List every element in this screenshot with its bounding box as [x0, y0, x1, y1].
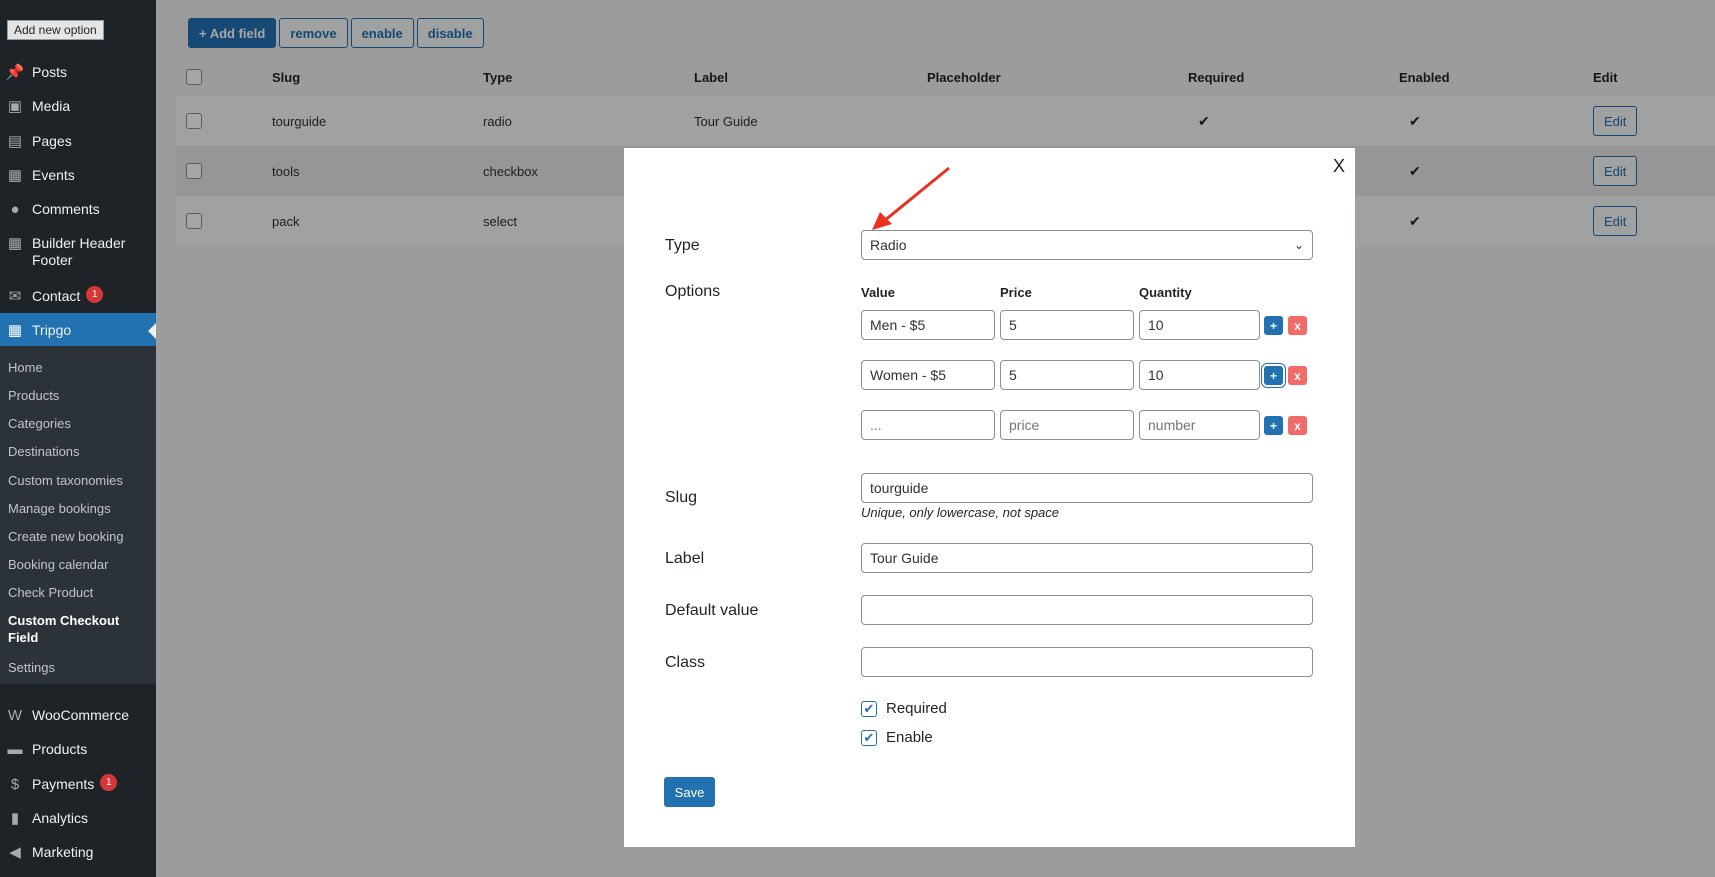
add-option-button[interactable]: +	[1264, 316, 1283, 335]
enable-option: ✔ Enable	[861, 729, 933, 746]
sidebar-item-products[interactable]: ▬ Products	[0, 739, 156, 759]
notification-badge: 1	[86, 286, 104, 303]
sidebar-item-builder-header-footer[interactable]: ▦ Builder Header Footer	[0, 233, 156, 269]
default-value-input[interactable]	[861, 595, 1313, 625]
active-indicator	[148, 323, 156, 339]
envelope-icon: ✉	[8, 288, 22, 305]
add-option-button[interactable]: +	[1264, 366, 1283, 385]
edit-field-modal: X Type Radio ⌄ Options Value Price Quant…	[624, 148, 1355, 847]
tooltip: Add new option	[7, 20, 104, 40]
label-label: Label	[665, 550, 705, 567]
sidebar-item-label: Media	[32, 98, 71, 114]
submenu-destinations[interactable]: Destinations	[8, 443, 148, 460]
submenu-categories[interactable]: Categories	[8, 415, 148, 432]
sidebar-item-label: Contact	[32, 288, 81, 304]
megaphone-icon: ◀	[9, 844, 21, 861]
tripgo-submenu: Home Products Categories Destinations Cu…	[0, 346, 156, 684]
sidebar-item-media[interactable]: ▣ Media	[0, 96, 156, 116]
sidebar-item-marketing[interactable]: ◀ Marketing	[0, 842, 156, 862]
sidebar-item-comments[interactable]: ● Comments	[0, 199, 156, 219]
option-quantity-input[interactable]: 10	[1139, 360, 1260, 390]
comment-icon: ●	[10, 200, 20, 218]
option-price-input[interactable]: 5	[1000, 310, 1134, 340]
save-button[interactable]: Save	[664, 777, 715, 807]
default-value-label: Default value	[665, 602, 759, 619]
slug-hint: Unique, only lowercase, not space	[861, 505, 1060, 520]
sidebar-item-label: Posts	[32, 64, 68, 80]
options-label: Options	[665, 283, 721, 300]
sidebar-item-label: Payments	[32, 776, 95, 792]
delete-option-button[interactable]: x	[1288, 316, 1307, 335]
sidebar-item-pages[interactable]: ▤ Pages	[0, 131, 156, 151]
submenu-home[interactable]: Home	[8, 359, 148, 376]
submenu-manage-bookings[interactable]: Manage bookings	[8, 500, 148, 517]
pages-icon: ▤	[7, 133, 23, 150]
new-option-value-input[interactable]: ...	[861, 410, 995, 440]
type-label: Type	[665, 237, 700, 254]
new-option-quantity-input[interactable]: number	[1139, 410, 1260, 440]
class-input[interactable]	[861, 647, 1313, 677]
enable-checkbox-label: Enable	[886, 729, 933, 746]
submenu-products[interactable]: Products	[8, 387, 148, 404]
type-select-value: Radio	[870, 237, 907, 253]
slug-label: Slug	[665, 489, 698, 506]
delete-option-button[interactable]: x	[1288, 416, 1307, 435]
add-option-button[interactable]: +	[1264, 416, 1283, 435]
payments-icon: $	[10, 775, 20, 793]
submenu-check-product[interactable]: Check Product	[8, 584, 148, 601]
sidebar-item-label: Comments	[32, 201, 100, 217]
bar-chart-icon: ▮	[10, 810, 20, 827]
enable-checkbox[interactable]: ✔	[861, 729, 877, 746]
calendar-icon: ▦	[7, 322, 23, 339]
sidebar-item-analytics[interactable]: ▮ Analytics	[0, 808, 156, 828]
sidebar-item-tripgo[interactable]: ▦ Tripgo	[0, 313, 156, 347]
sidebar-item-payments[interactable]: $ Payments 1	[0, 774, 156, 794]
submenu-custom-checkout-field[interactable]: Custom Checkout Field	[8, 612, 138, 646]
required-option: ✔ Required	[861, 700, 947, 717]
required-checkbox[interactable]: ✔	[861, 700, 877, 717]
sidebar-item-events[interactable]: ▦ Events	[0, 165, 156, 185]
option-quantity-header: Quantity	[1139, 285, 1192, 300]
sidebar-item-posts[interactable]: 📌 Posts	[0, 62, 156, 82]
submenu-booking-calendar[interactable]: Booking calendar	[8, 556, 148, 573]
admin-sidebar: Add new option 📌 Posts ▣ Media ▤ Pages ▦…	[0, 0, 156, 877]
close-button[interactable]: X	[1333, 156, 1345, 177]
grid-icon: ▦	[7, 235, 23, 252]
chevron-down-icon: ⌄	[1293, 238, 1304, 252]
option-value-input[interactable]: Men - $5	[861, 310, 995, 340]
submenu-settings[interactable]: Settings	[8, 659, 148, 676]
sidebar-item-label: Marketing	[32, 844, 94, 860]
pushpin-icon: 📌	[5, 64, 25, 81]
new-option-price-input[interactable]: price	[1000, 410, 1134, 440]
sidebar-item-label: Events	[32, 167, 75, 183]
slug-input[interactable]	[861, 473, 1313, 503]
type-select[interactable]: Radio ⌄	[861, 230, 1313, 260]
calendar-icon: ▦	[7, 167, 23, 184]
sidebar-item-label: Analytics	[32, 810, 89, 826]
submenu-custom-taxonomies[interactable]: Custom taxonomies	[8, 472, 148, 489]
delete-option-button[interactable]: x	[1288, 366, 1307, 385]
sidebar-item-label: WooCommerce	[32, 707, 129, 723]
sidebar-item-woocommerce[interactable]: W WooCommerce	[0, 705, 156, 725]
sidebar-item-label: Pages	[32, 133, 72, 149]
submenu-create-new-booking[interactable]: Create new booking	[8, 528, 148, 545]
option-value-header: Value	[861, 285, 895, 300]
option-price-input[interactable]: 5	[1000, 360, 1134, 390]
option-price-header: Price	[1000, 285, 1032, 300]
media-icon: ▣	[7, 98, 23, 115]
sidebar-item-label: Products	[32, 741, 88, 757]
woo-icon: W	[7, 706, 23, 724]
archive-icon: ▬	[7, 740, 23, 758]
required-checkbox-label: Required	[886, 700, 947, 717]
option-quantity-input[interactable]: 10	[1139, 310, 1260, 340]
annotation-arrow	[872, 166, 950, 230]
sidebar-item-contact[interactable]: ✉ Contact 1	[0, 286, 156, 306]
option-value-input[interactable]: Women - $5	[861, 360, 995, 390]
sidebar-item-label: Builder Header Footer	[32, 235, 126, 268]
notification-badge: 1	[100, 774, 118, 791]
sidebar-item-label: Tripgo	[32, 322, 72, 338]
label-input[interactable]	[861, 543, 1313, 573]
class-label: Class	[665, 654, 706, 671]
